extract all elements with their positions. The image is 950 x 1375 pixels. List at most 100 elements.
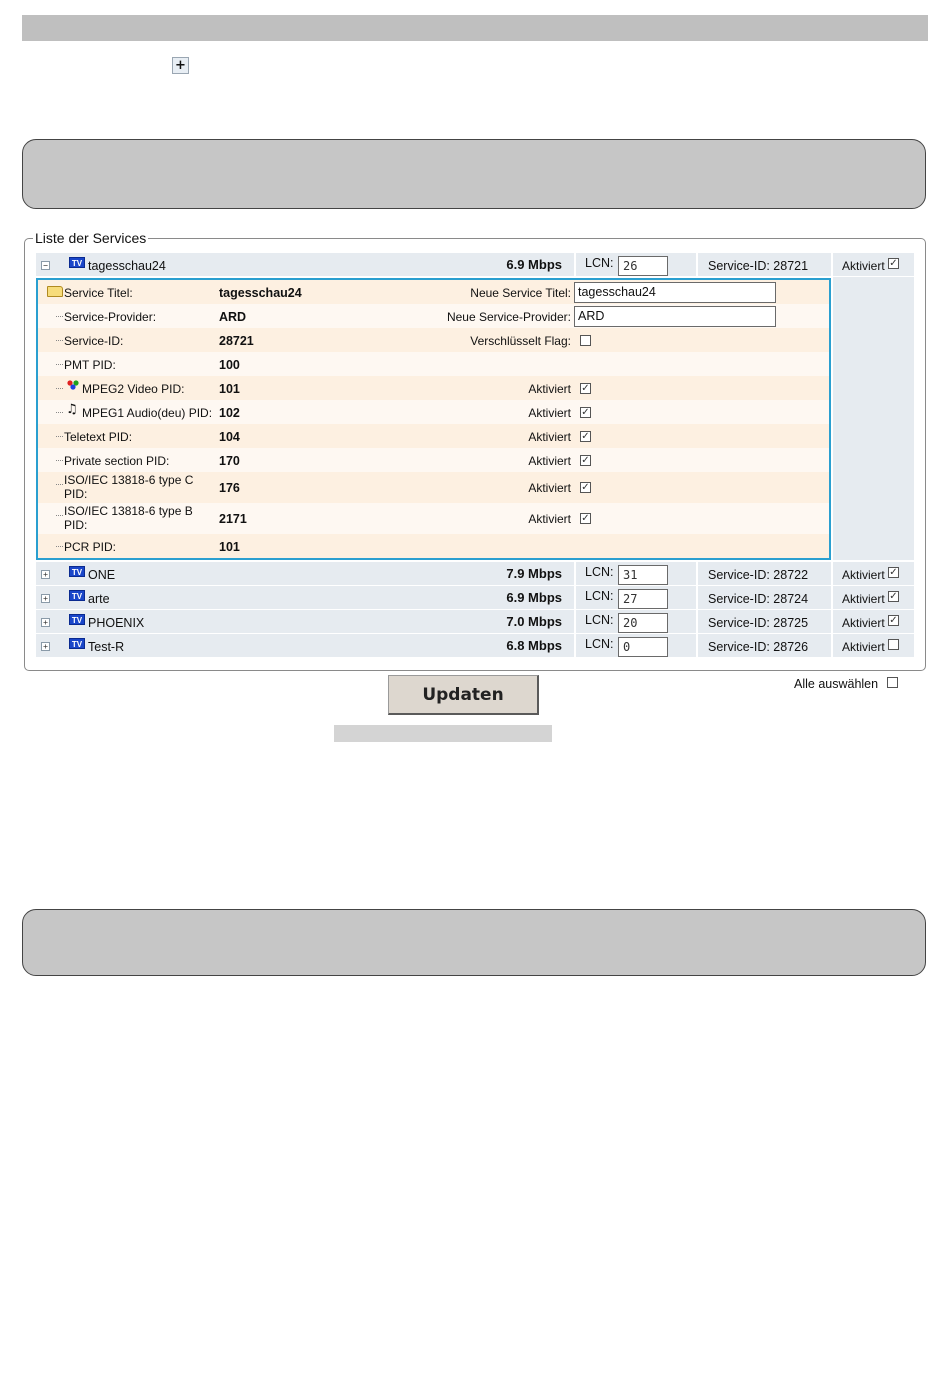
detail-label: MPEG2 Video PID: — [82, 382, 185, 396]
detail-right-label: Neue Service Titel: — [470, 286, 571, 300]
detail-value: 101 — [219, 382, 240, 396]
lcn-input[interactable]: 0 — [618, 637, 668, 657]
detail-row: Service-Provider: ARD Neue Service-Provi… — [38, 304, 829, 328]
detail-row: ISO/IEC 13818-6 type C PID: 176 Aktivier… — [38, 472, 829, 503]
detail-label: Service-Provider: — [64, 310, 157, 324]
lcn-label: LCN: — [585, 256, 614, 270]
service-id: Service-ID: 28726 — [708, 640, 809, 654]
select-all-checkbox[interactable] — [887, 677, 898, 688]
new-service-provider-input[interactable]: ARD — [574, 306, 776, 327]
service-enabled-checkbox[interactable] — [888, 639, 899, 650]
services-legend: Liste der Services — [35, 230, 147, 246]
detail-label: MPEG1 Audio(deu) PID: — [82, 406, 213, 420]
service-row[interactable]: − TV tagesschau24 6.9 Mbps LCN: 26 Servi… — [36, 253, 914, 276]
aktiviert-label: Aktiviert — [842, 568, 885, 582]
detail-label: Service Titel: — [64, 286, 133, 300]
service-row[interactable]: + TV PHOENIX 7.0 Mbps LCN: 20 Service-ID… — [36, 610, 914, 633]
detail-label: PMT PID: — [64, 358, 116, 372]
tv-icon: TV — [69, 614, 85, 625]
service-id: Service-ID: 28724 — [708, 592, 809, 606]
service-enabled-checkbox[interactable]: ✓ — [888, 591, 899, 602]
expand-icon[interactable]: + — [41, 594, 50, 603]
detail-side-bg — [833, 277, 914, 560]
folder-icon — [47, 286, 63, 297]
type-c-enabled-checkbox[interactable]: ✓ — [580, 482, 591, 493]
plus-box-icon[interactable]: + — [172, 57, 189, 74]
service-row[interactable]: + TV arte 6.9 Mbps LCN: 27 Service-ID: 2… — [36, 586, 914, 609]
expand-icon[interactable]: + — [41, 642, 50, 651]
detail-value: 101 — [219, 540, 240, 554]
tree-branch — [56, 484, 63, 485]
detail-label: Teletext PID: — [64, 430, 133, 444]
detail-value: 102 — [219, 406, 240, 420]
service-enabled-checkbox[interactable]: ✓ — [888, 615, 899, 626]
lcn-input[interactable]: 31 — [618, 565, 668, 585]
service-enabled-checkbox[interactable]: ✓ — [888, 258, 899, 269]
detail-right-label: Aktiviert — [528, 512, 571, 526]
update-button[interactable]: Updaten — [388, 675, 539, 715]
lcn-input[interactable]: 26 — [618, 256, 668, 276]
service-bitrate: 6.9 Mbps — [506, 590, 562, 605]
detail-row: Service Titel: tagesschau24 Neue Service… — [38, 280, 829, 304]
lcn-input[interactable]: 20 — [618, 613, 668, 633]
lcn-label: LCN: — [585, 589, 614, 603]
tree-branch — [56, 515, 63, 516]
video-enabled-checkbox[interactable]: ✓ — [580, 383, 591, 394]
top-bar — [22, 15, 928, 41]
column-divider — [831, 562, 833, 585]
service-enabled-checkbox[interactable]: ✓ — [888, 567, 899, 578]
detail-right-label: Aktiviert — [528, 454, 571, 468]
detail-label: PCR PID: — [64, 540, 117, 554]
tv-icon: TV — [69, 566, 85, 577]
tree-branch — [56, 388, 63, 389]
service-detail-panel: Service Titel: tagesschau24 Neue Service… — [36, 278, 831, 560]
aktiviert-label: Aktiviert — [842, 592, 885, 606]
tree-branch — [56, 436, 63, 437]
tv-icon: TV — [69, 257, 85, 268]
tree-branch — [56, 546, 63, 547]
detail-value: 100 — [219, 358, 240, 372]
column-divider — [696, 634, 698, 657]
detail-row: Service-ID: 28721 Verschlüsselt Flag: — [38, 328, 829, 352]
detail-row: Teletext PID: 104 Aktiviert ✓ — [38, 424, 829, 448]
column-divider — [574, 562, 576, 585]
lcn-label: LCN: — [585, 565, 614, 579]
select-all-label: Alle auswählen — [794, 677, 879, 691]
detail-value: 28721 — [219, 334, 254, 348]
audio-enabled-checkbox[interactable]: ✓ — [580, 407, 591, 418]
aktiviert-label: Aktiviert — [842, 640, 885, 654]
service-name: arte — [88, 592, 110, 606]
service-name: tagesschau24 — [88, 259, 166, 273]
encrypted-flag-checkbox[interactable] — [580, 335, 591, 346]
service-bitrate: 6.9 Mbps — [506, 257, 562, 272]
teletext-enabled-checkbox[interactable]: ✓ — [580, 431, 591, 442]
service-id: Service-ID: 28721 — [708, 259, 809, 273]
new-service-title-input[interactable]: tagesschau24 — [574, 282, 776, 303]
detail-row: PCR PID: 101 — [38, 534, 829, 558]
status-bar — [334, 725, 552, 742]
info-panel-top — [22, 139, 926, 209]
lcn-input[interactable]: 27 — [618, 589, 668, 609]
column-divider — [696, 562, 698, 585]
service-row[interactable]: + TV Test-R 6.8 Mbps LCN: 0 Service-ID: … — [36, 634, 914, 657]
service-name: ONE — [88, 568, 116, 582]
tree-branch — [56, 364, 63, 365]
column-divider — [831, 634, 833, 657]
detail-row: ♫ MPEG1 Audio(deu) PID: 102 Aktiviert ✓ — [38, 400, 829, 424]
collapse-icon[interactable]: − — [41, 261, 50, 270]
detail-value: tagesschau24 — [219, 286, 302, 300]
detail-row: Private section PID: 170 Aktiviert ✓ — [38, 448, 829, 472]
service-row[interactable]: + TV ONE 7.9 Mbps LCN: 31 Service-ID: 28… — [36, 562, 914, 585]
lcn-label: LCN: — [585, 613, 614, 627]
detail-right-label: Neue Service-Provider: — [446, 310, 571, 324]
detail-value: 2171 — [219, 512, 247, 526]
column-divider — [574, 634, 576, 657]
expand-icon[interactable]: + — [41, 570, 50, 579]
type-b-enabled-checkbox[interactable]: ✓ — [580, 513, 591, 524]
detail-right-label: Aktiviert — [528, 481, 571, 495]
private-section-enabled-checkbox[interactable]: ✓ — [580, 455, 591, 466]
detail-row: PMT PID: 100 — [38, 352, 829, 376]
column-divider — [696, 586, 698, 609]
detail-right-label: Verschlüsselt Flag: — [470, 334, 571, 348]
expand-icon[interactable]: + — [41, 618, 50, 627]
